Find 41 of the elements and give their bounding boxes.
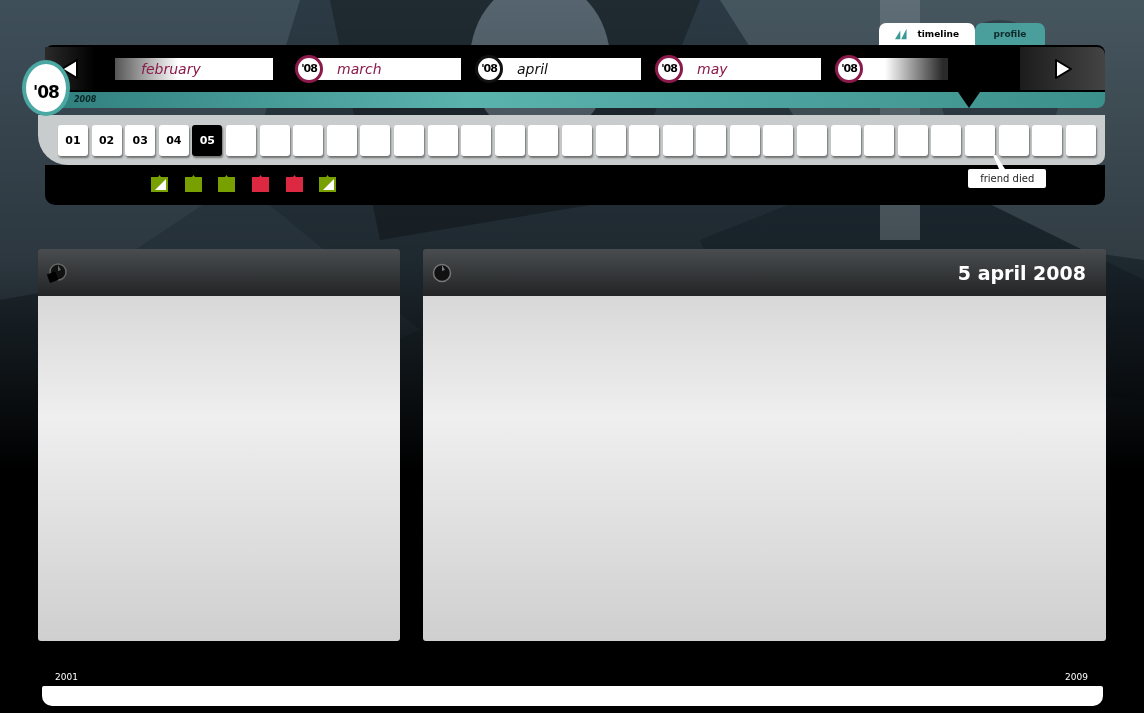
next-button[interactable] <box>1020 47 1105 90</box>
leader-line <box>993 155 1006 169</box>
day-button[interactable] <box>931 124 962 156</box>
day-button[interactable] <box>629 124 660 156</box>
month-button[interactable]: '08 april <box>475 54 641 83</box>
day-button[interactable]: 03 <box>125 124 156 156</box>
day-button[interactable] <box>965 124 996 156</box>
year-label: 2008 <box>74 95 97 104</box>
year-badge: '08 <box>835 54 863 83</box>
day-button[interactable] <box>696 124 727 156</box>
dial-icon <box>431 261 453 284</box>
day-button[interactable] <box>528 124 559 156</box>
range-start-label: 2001 <box>55 672 78 682</box>
event-marker[interactable] <box>252 175 269 192</box>
day-button[interactable] <box>360 124 391 156</box>
day-button[interactable] <box>461 124 492 156</box>
tab[interactable]: timeline <box>879 23 975 45</box>
tab[interactable]: profile <box>975 23 1045 45</box>
event-marker[interactable] <box>319 175 337 192</box>
year-badge: '08 <box>295 54 323 83</box>
day-button[interactable] <box>1032 124 1063 156</box>
day-button[interactable]: 04 <box>158 124 189 156</box>
year-badge: '08 <box>475 54 503 83</box>
dial-icon <box>46 261 68 284</box>
month-button[interactable]: '08 march <box>295 54 461 83</box>
panel-title: 5 april 2008 <box>957 261 1086 284</box>
event-marker[interactable] <box>285 175 303 192</box>
day-button[interactable] <box>797 124 828 156</box>
event-marker[interactable] <box>184 175 202 192</box>
day-button[interactable] <box>864 124 895 156</box>
year-badge: '08 <box>655 54 683 83</box>
day-button[interactable] <box>763 124 794 156</box>
day-button[interactable]: 05 <box>192 124 223 156</box>
day-button[interactable]: 01 <box>58 124 88 156</box>
day-button[interactable]: 02 <box>91 124 122 156</box>
day-button[interactable] <box>293 124 324 156</box>
event-marker[interactable] <box>218 175 236 192</box>
month-button[interactable]: '08 may <box>655 54 821 83</box>
range-end-label: 2009 <box>1065 672 1088 682</box>
month-button[interactable]: '08 <box>835 54 948 83</box>
event-marker[interactable] <box>151 175 169 192</box>
